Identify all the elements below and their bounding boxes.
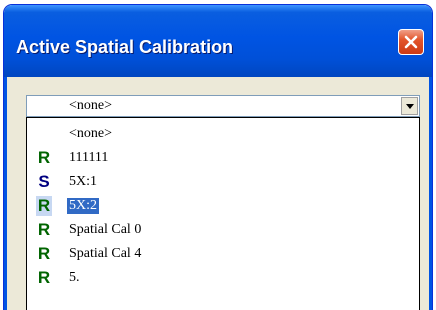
title-bar[interactable]: Active Spatial Calibration xyxy=(4,5,432,77)
list-item-label: 5X:1 xyxy=(69,174,97,189)
calibration-type-badge: R xyxy=(37,148,51,167)
calibration-type-badge: R xyxy=(37,244,51,263)
list-item[interactable]: R Spatial Cal 4 xyxy=(27,243,419,266)
list-item-label: Spatial Cal 0 xyxy=(69,222,142,237)
chevron-down-icon xyxy=(406,104,414,109)
list-item-label: 5X:2 xyxy=(67,198,99,214)
list-item-label: 111111 xyxy=(69,150,109,165)
calibration-combobox[interactable]: <none> xyxy=(26,95,420,117)
list-item-selected[interactable]: R 5X:2 xyxy=(27,195,419,218)
calibration-type-badge: S xyxy=(38,172,50,191)
calibration-type-badge: R xyxy=(36,196,52,216)
list-item[interactable]: <none> xyxy=(27,123,419,146)
calibration-dropdown-list[interactable]: <none> R 111111 S 5X:1 R 5X:2 R Spatial … xyxy=(26,117,420,310)
list-item[interactable]: S 5X:1 xyxy=(27,171,419,194)
list-item-label: 5. xyxy=(69,270,80,285)
close-icon xyxy=(404,35,418,49)
combo-dropdown-button[interactable] xyxy=(401,97,418,115)
list-item-label: Spatial Cal 4 xyxy=(69,246,142,261)
window-title: Active Spatial Calibration xyxy=(16,37,234,57)
close-button[interactable] xyxy=(398,29,424,55)
list-item[interactable]: R 111111 xyxy=(27,147,419,170)
list-item[interactable]: R Spatial Cal 0 xyxy=(27,219,419,242)
calibration-type-badge: R xyxy=(37,220,51,239)
calibration-type-badge: R xyxy=(37,268,51,287)
list-item-label: <none> xyxy=(69,126,113,141)
list-item[interactable]: R 5. xyxy=(27,267,419,290)
combo-selected-value: <none> xyxy=(69,98,113,113)
